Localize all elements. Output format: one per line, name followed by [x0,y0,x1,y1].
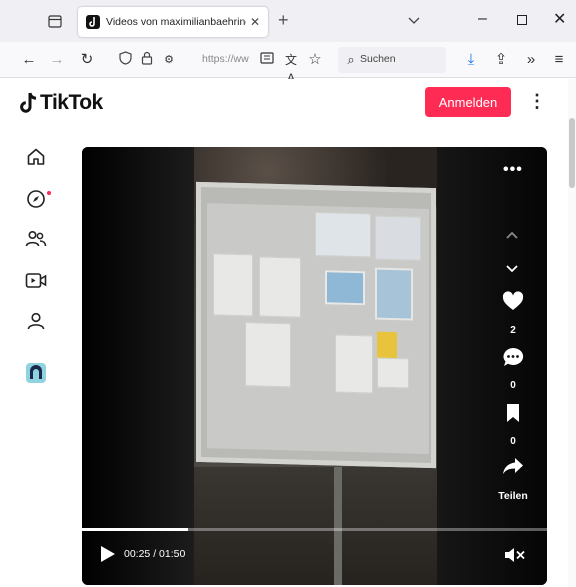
like-heart-icon[interactable] [502,291,524,316]
overflow-chevrons-icon[interactable]: » [522,51,540,69]
sidebar-account-avatar[interactable] [16,358,56,388]
page-scrollbar-thumb[interactable] [569,118,575,188]
bookmark-star-icon[interactable]: ☆ [306,51,324,69]
permissions-icon[interactable]: ⚙ [160,51,178,69]
save-count: 0 [510,436,516,447]
video-time: 00:25 / 01:50 [124,548,186,560]
next-video-chevron-icon[interactable] [505,261,519,279]
video-letterbox-left [82,147,194,585]
video-poster [375,267,413,321]
previous-video-chevron-icon[interactable] [505,227,519,245]
logo-text: TikTok [40,91,103,114]
browser-tab-bar: Videos von maximilianbaehring ✕ + – ✕ [0,0,576,42]
reader-view-icon[interactable] [258,51,276,69]
window-maximize-icon[interactable] [517,15,527,25]
tiktok-note-icon [20,92,37,113]
video-board-frame [196,181,436,469]
mute-speaker-icon[interactable] [504,547,526,568]
tiktok-favicon-icon [86,15,100,29]
sidebar-item-home[interactable] [16,142,56,172]
menu-hamburger-icon[interactable]: ≡ [550,51,568,69]
home-icon [27,148,45,165]
video-post [334,467,342,585]
explore-icon [27,190,45,208]
like-count: 2 [510,325,516,336]
sidebar-item-live[interactable] [16,266,56,296]
video-progress-fill [82,528,188,531]
reload-icon[interactable]: ↻ [78,51,96,69]
url-bar[interactable]: ⚙ https://ww 文A ☆ [108,47,334,85]
window-close-icon[interactable]: ✕ [553,9,566,29]
video-ground [194,467,437,585]
search-placeholder: Suchen [360,53,396,65]
video-poster [325,270,365,306]
video-frame-bulletin-board [194,147,437,585]
search-input[interactable]: ⌕ Suchen [338,47,446,73]
video-notice [375,215,421,261]
account-avatar [26,363,46,383]
sidebar-item-following[interactable] [16,224,56,254]
video-notice [377,357,409,389]
live-icon [25,273,47,288]
tab-overflow-chevron-icon[interactable] [408,12,424,28]
forward-icon[interactable]: → [48,51,66,69]
share-arrow-icon[interactable] [502,457,524,480]
url-text[interactable]: https://ww [202,53,249,65]
video-player[interactable]: ••• 2 0 0 Teilen 00:25 / 01:50 [82,147,547,585]
video-notice [335,334,373,394]
video-notice [245,322,291,388]
comment-count: 0 [510,380,516,391]
profile-icon [27,312,45,330]
notification-dot [47,191,51,195]
browser-tab[interactable]: Videos von maximilianbaehring ✕ [78,7,268,37]
more-options-icon[interactable]: ⋮ [528,91,546,112]
tab-list-icon[interactable] [44,10,66,32]
back-icon[interactable]: ← [20,51,38,69]
comment-icon[interactable] [502,347,524,372]
video-notice [213,253,253,317]
browser-nav-bar: ← → ↻ ⚙ https://ww 文A ☆ ⌕ Suchen ⤓ ⇪ » ≡ [0,42,576,85]
video-board-inner [207,203,429,454]
sidebar-item-profile[interactable] [16,306,56,336]
video-notice [259,256,301,318]
downloads-icon[interactable]: ⤓ [462,51,480,69]
shield-icon[interactable] [116,51,134,69]
video-more-icon[interactable]: ••• [503,161,523,179]
save-bookmark-icon[interactable] [506,403,520,428]
share-label: Teilen [498,490,528,502]
window-minimize-icon[interactable]: – [478,10,487,28]
play-icon[interactable] [100,545,116,568]
video-letterbox-right [437,147,547,585]
new-tab-icon[interactable]: + [278,11,289,29]
sidebar-item-explore[interactable] [16,184,56,214]
translate-icon[interactable]: 文A [282,51,300,85]
following-icon [25,230,47,247]
tab-close-icon[interactable]: ✕ [250,15,260,29]
login-button[interactable]: Anmelden [425,87,511,117]
search-icon: ⌕ [347,52,355,67]
tab-title: Videos von maximilianbaehring [106,16,246,28]
share-page-icon[interactable]: ⇪ [492,51,510,69]
tiktok-header: TikTok Anmelden ⋮ [0,79,568,129]
lock-icon[interactable] [138,51,156,69]
video-notice [315,211,371,258]
tiktok-logo[interactable]: TikTok [20,91,103,115]
